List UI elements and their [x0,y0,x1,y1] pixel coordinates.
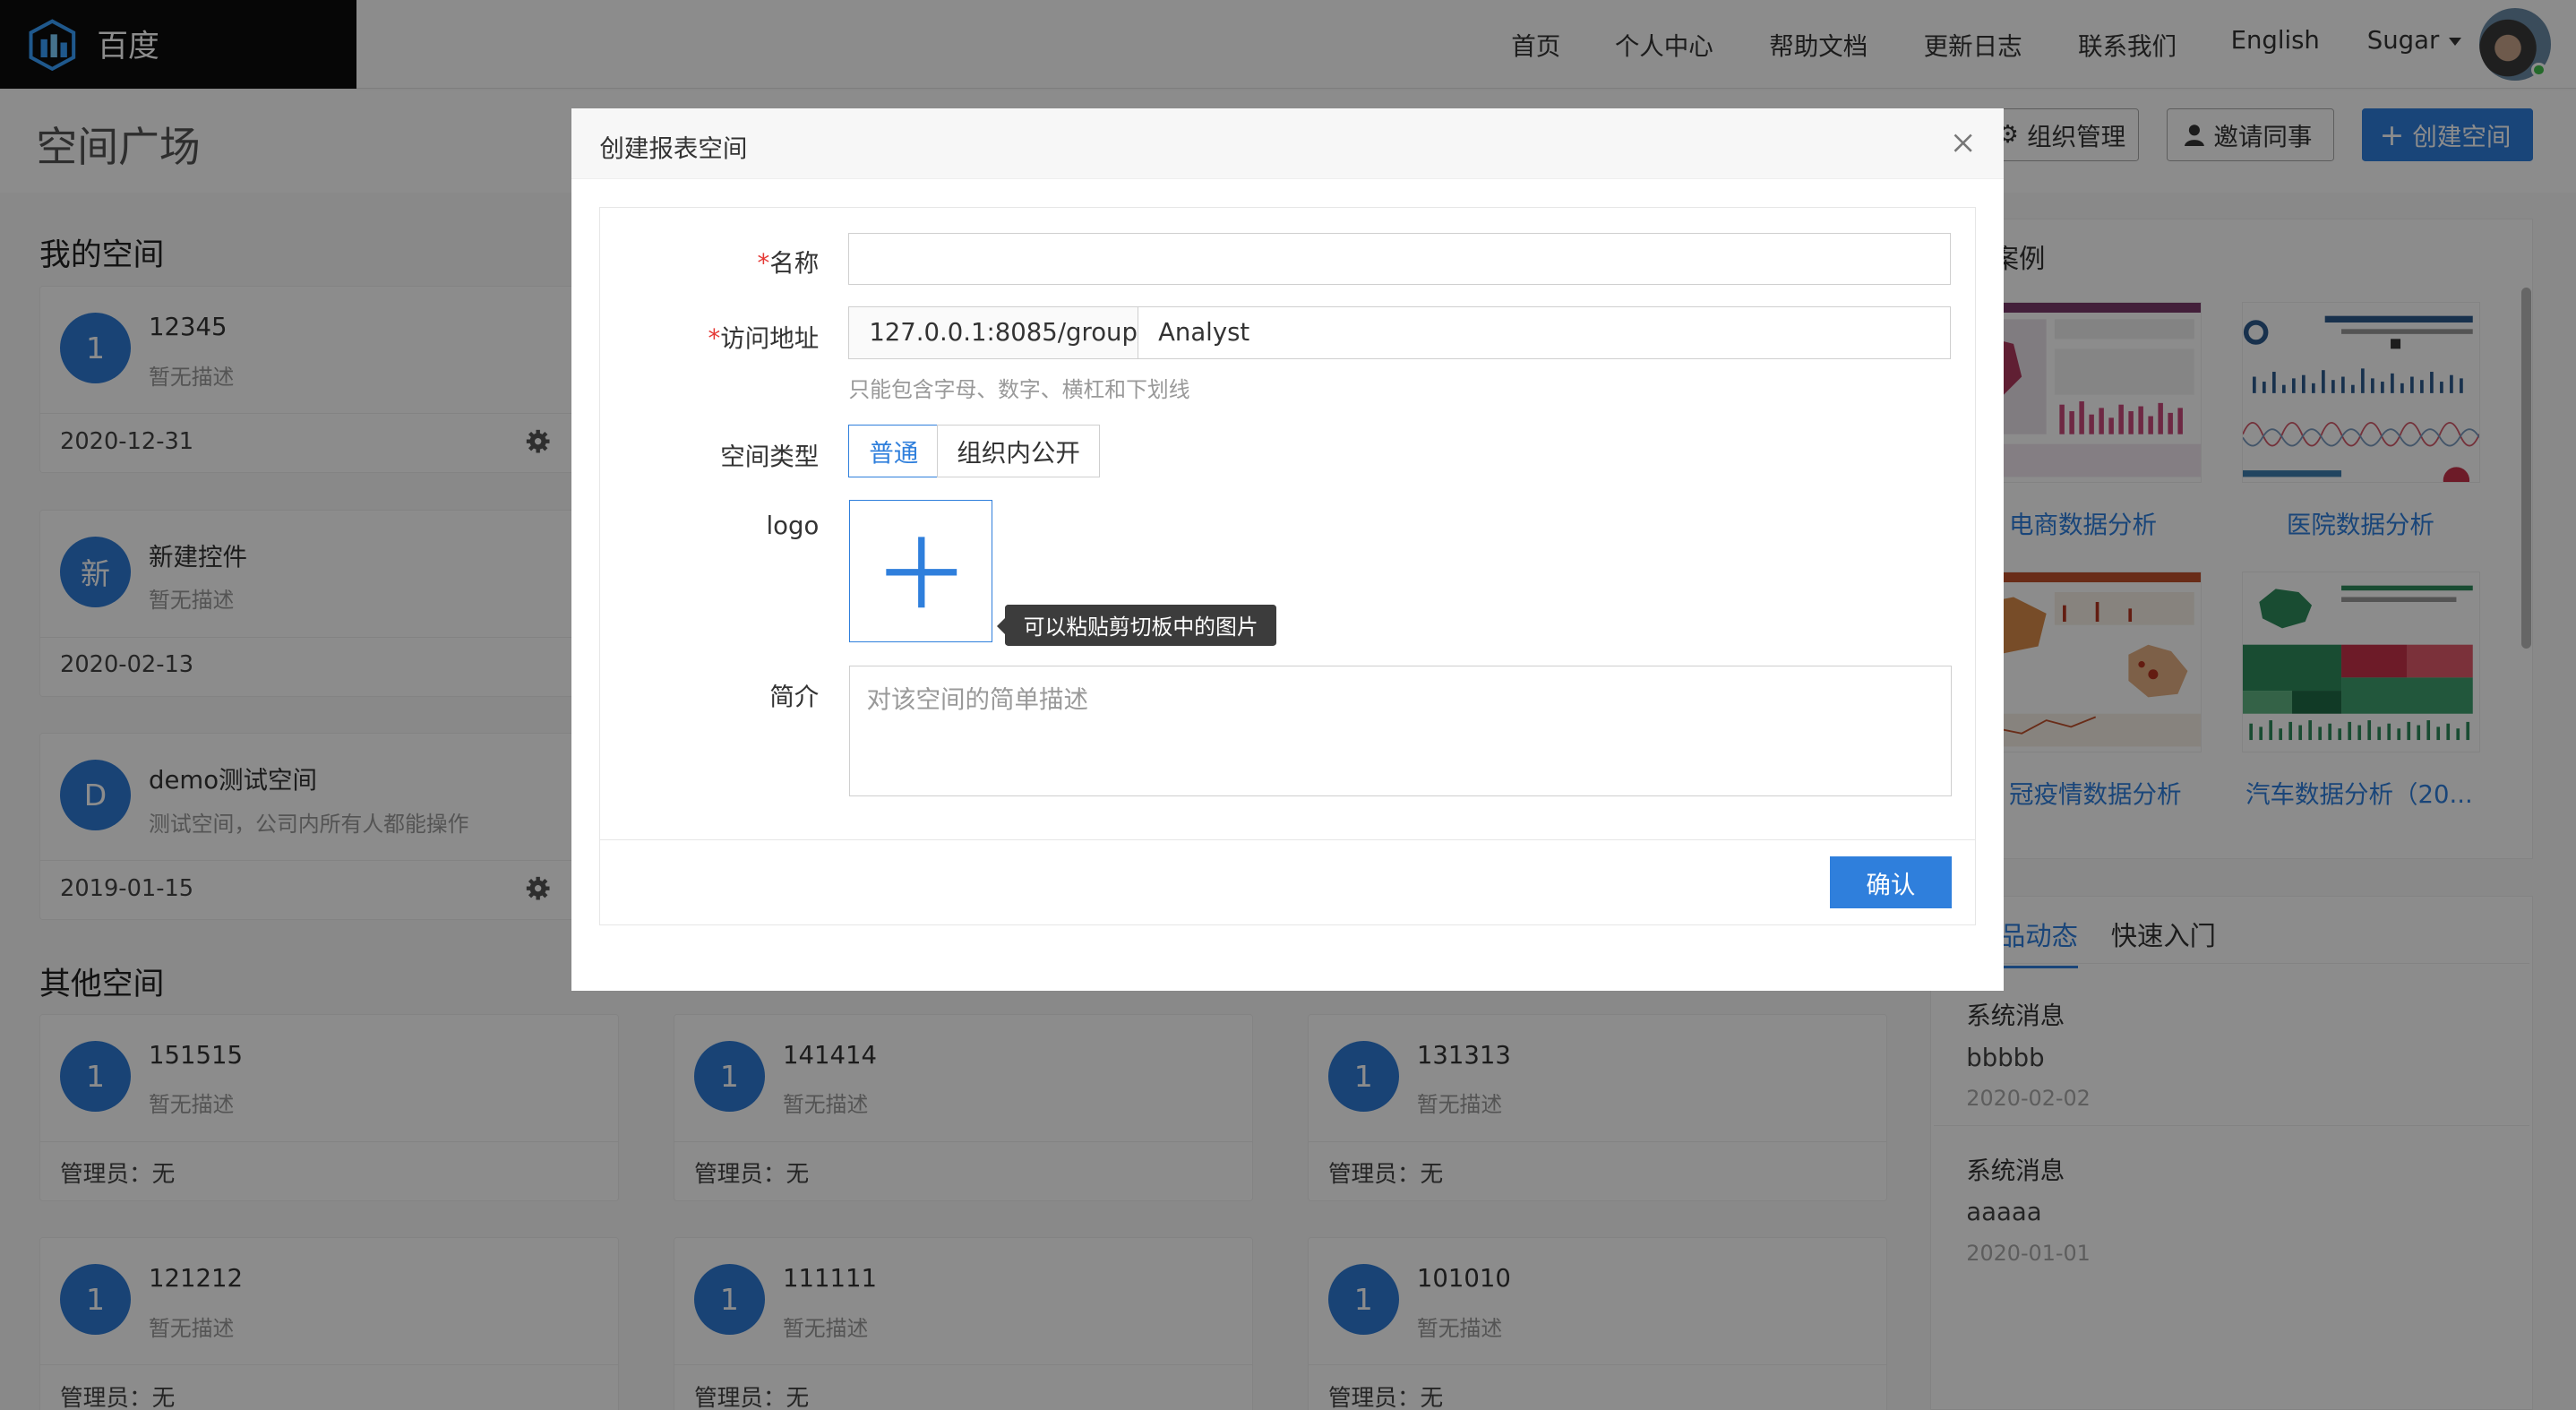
url-label: *访问地址 [708,323,820,353]
type-org-public-option[interactable]: 组织内公开 [937,425,1100,477]
confirm-button[interactable]: 确认 [1830,855,1952,909]
desc-label: 简介 [769,682,820,711]
logo-label: logo [766,512,820,541]
dialog-form: *名称 *访问地址 127.0.0.1:8085/group/ Analyst … [599,207,1977,925]
create-space-dialog: 创建报表空间 *名称 *访问地址 127.0.0.1:8085/group/ A… [571,108,2005,991]
name-label: *名称 [757,248,820,278]
logo-upload-button[interactable] [849,499,992,643]
paste-tooltip: 可以粘贴剪切板中的图片 [997,604,1276,646]
dialog-header [571,108,2005,179]
dialog-title: 创建报表空间 [599,134,748,164]
plus-icon [886,536,957,607]
name-input[interactable] [848,232,1951,286]
required-mark: * [708,323,721,353]
space-type-label: 空间类型 [720,442,820,471]
type-normal-option[interactable]: 普通 [848,425,940,477]
required-mark: * [757,248,770,278]
description-textarea[interactable]: 对该空间的简单描述 [849,665,1952,797]
url-prefix: 127.0.0.1:8085/group/ [848,306,1146,359]
close-icon[interactable] [1950,130,1976,156]
stage: 百度 首页 个人中心 帮助文档 更新日志 联系我们 English Sugar … [0,0,2576,1410]
divider [599,839,1977,840]
url-input[interactable]: Analyst [1138,306,1951,359]
url-hint: 只能包含字母、数字、横杠和下划线 [848,377,1190,403]
